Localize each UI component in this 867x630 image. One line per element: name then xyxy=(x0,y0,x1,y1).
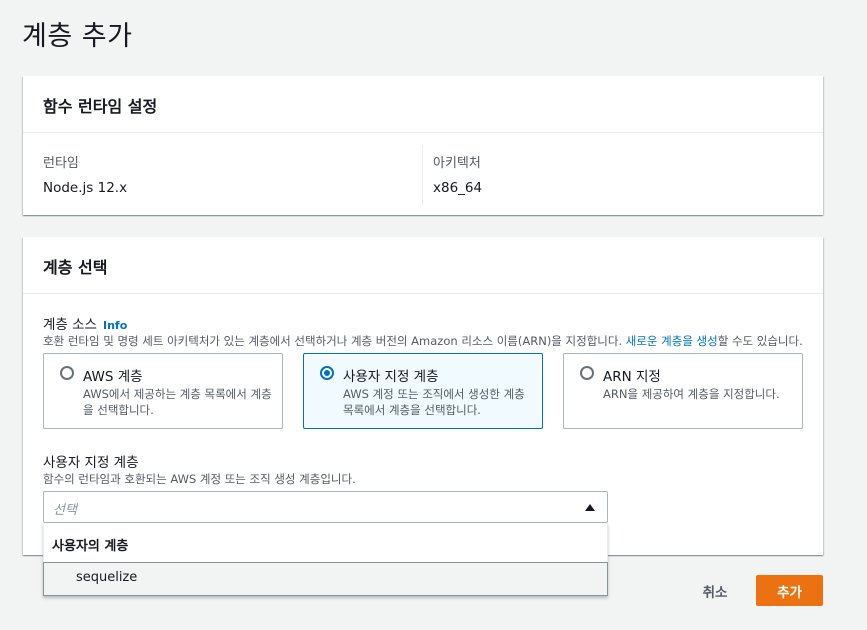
create-new-layer-link[interactable]: 새로운 계층을 생성 xyxy=(626,334,718,348)
tile-custom-layers-title: 사용자 지정 계층 xyxy=(343,369,439,385)
dropdown-group-label: 사용자의 계층 xyxy=(52,539,129,554)
runtime-field: 런타임 Node.js 12.x xyxy=(43,152,127,196)
runtime-panel-header: 함수 런타임 설정 xyxy=(23,76,823,133)
page-title: 계층 추가 xyxy=(22,21,133,52)
layer-source-desc-text: 호환 런타임 및 명령 세트 아키텍처가 있는 계층에서 선택하거나 계층 버전… xyxy=(43,334,626,348)
layer-panel-header: 계층 선택 xyxy=(23,237,823,294)
tile-aws-layers-title: AWS 계층 xyxy=(83,369,143,385)
architecture-field: 아키텍처 x86_64 xyxy=(433,152,482,196)
column-divider xyxy=(422,145,423,205)
layer-source-label-row: 계층 소스 Info xyxy=(43,313,127,333)
custom-layer-select[interactable]: 선택 xyxy=(43,491,608,523)
architecture-label: 아키텍처 xyxy=(433,156,481,171)
tile-specify-arn[interactable]: ARN 지정 ARN을 제공하여 계층을 지정합니다. xyxy=(563,353,803,429)
architecture-value: x86_64 xyxy=(433,180,483,196)
cancel-button[interactable]: 취소 xyxy=(690,575,740,606)
custom-layers-label: 사용자 지정 계층 xyxy=(43,455,139,471)
runtime-label: 런타임 xyxy=(43,156,79,171)
add-button[interactable]: 추가 xyxy=(756,575,823,606)
tile-custom-layers-desc: AWS 계정 또는 조직에서 생성한 계층 목록에서 계층을 선택합니다. xyxy=(343,387,525,417)
info-link[interactable]: Info xyxy=(103,319,127,332)
radio-specify-arn[interactable] xyxy=(580,366,594,380)
layer-source-desc-tail: 할 수도 있습니다. xyxy=(717,334,803,348)
layer-source-label: 계층 소스 xyxy=(43,317,97,333)
runtime-settings-panel: 함수 런타임 설정 런타임 Node.js 12.x 아키텍처 x86_64 xyxy=(23,76,823,215)
select-placeholder: 선택 xyxy=(53,503,77,518)
layer-dropdown-list: 사용자의 계층 sequelize xyxy=(43,523,608,596)
radio-aws-layers[interactable] xyxy=(60,366,74,380)
tile-aws-layers[interactable]: AWS 계층 AWS에서 제공하는 계층 목록에서 계층을 선택합니다. xyxy=(43,353,283,429)
runtime-value: Node.js 12.x xyxy=(43,180,128,196)
tile-specify-arn-desc: ARN을 제공하여 계층을 지정합니다. xyxy=(603,387,780,401)
radio-custom-layers[interactable] xyxy=(320,366,334,380)
add-layer-page: 계층 추가 함수 런타임 설정 런타임 Node.js 12.x 아키텍처 x8… xyxy=(0,0,867,630)
layer-selection-panel: 계층 선택 계층 소스 Info 호환 런타임 및 명령 세트 아키텍처가 있는 … xyxy=(23,237,823,555)
layer-source-description: 호환 런타임 및 명령 세트 아키텍처가 있는 계층에서 선택하거나 계층 버전… xyxy=(43,333,803,349)
custom-layers-description: 함수의 런타임과 호환되는 AWS 계정 또는 조직 생성 계층입니다. xyxy=(43,472,356,486)
tile-specify-arn-title: ARN 지정 xyxy=(603,369,661,385)
tile-custom-layers[interactable]: 사용자 지정 계층 AWS 계정 또는 조직에서 생성한 계층 목록에서 계층을… xyxy=(303,353,543,429)
caret-up-icon xyxy=(585,504,595,511)
tile-aws-layers-desc: AWS에서 제공하는 계층 목록에서 계층을 선택합니다. xyxy=(83,387,272,417)
dropdown-option-label: sequelize xyxy=(76,570,138,585)
dropdown-option-sequelize[interactable]: sequelize xyxy=(43,562,608,596)
